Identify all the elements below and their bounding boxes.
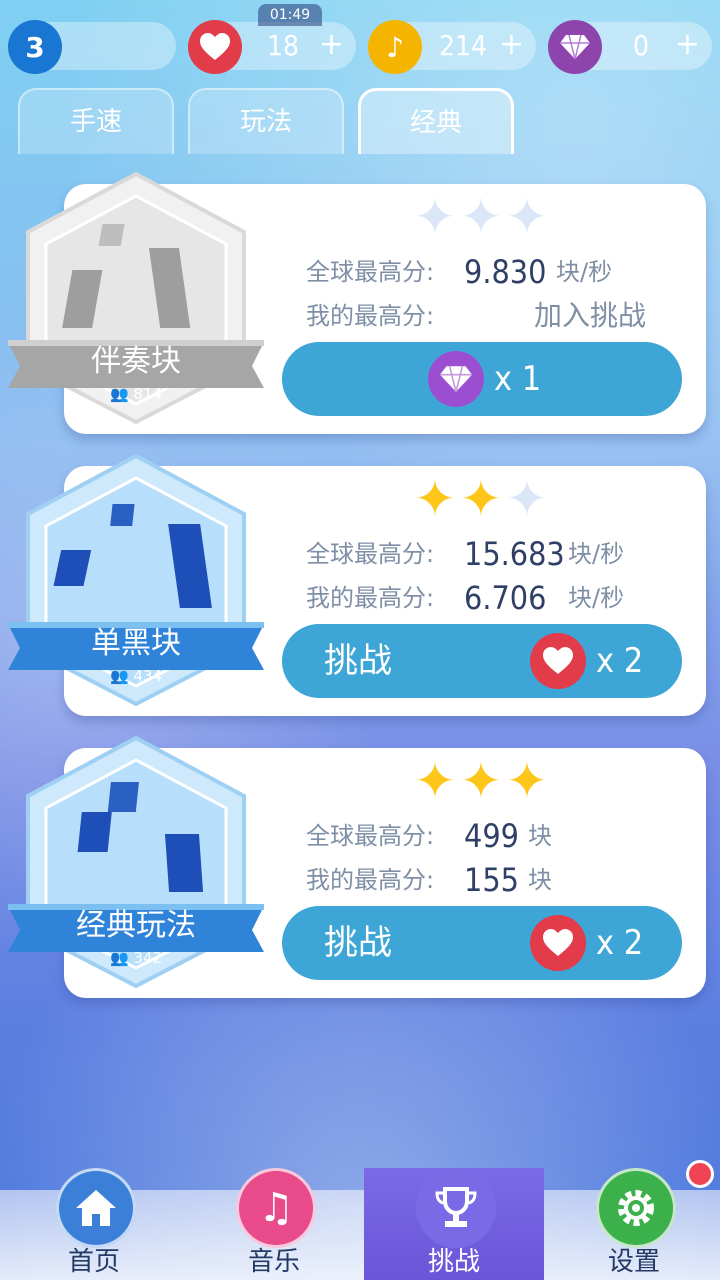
mode-emblem-single-black[interactable]: 单黑块 👥 434 [8, 452, 264, 708]
heart-icon [188, 20, 242, 74]
my-best-unit: 块 [528, 866, 552, 894]
score-stats: 全球最高分: 499 块 我的最高分: 155 块 [306, 814, 686, 902]
join-challenge-text: 加入挑战 [534, 299, 647, 332]
my-best-label: 我的最高分: [306, 302, 435, 330]
my-best-unit: 块/秒 [568, 584, 625, 612]
star-icon: ✦ [506, 188, 548, 246]
nav-label: 挑战 [427, 1247, 480, 1277]
trophy-icon [416, 1168, 496, 1248]
tab-gameplay[interactable]: 玩法 [188, 88, 344, 154]
star-icon: ✦ [506, 752, 548, 810]
global-best-value: 15.683 [464, 535, 565, 573]
nav-home[interactable]: 首页 [4, 1168, 184, 1280]
star-icon: ✦ [460, 188, 502, 246]
star-icon: ✦ [414, 752, 456, 810]
level-badge: 3 [8, 20, 62, 74]
star-icon: ✦ [506, 470, 548, 528]
nav-music[interactable]: ♫ 音乐 [184, 1168, 364, 1280]
star-icon: ✦ [414, 188, 456, 246]
top-status-bar: 3 18 + ♪ 214 + 0 + 01:49 [8, 4, 712, 74]
global-best-label: 全球最高分: [306, 258, 435, 286]
users-icon: 👥 [109, 949, 129, 967]
global-best-label: 全球最高分: [306, 822, 435, 850]
tab-speed[interactable]: 手速 [18, 88, 174, 154]
notification-dot [686, 1160, 714, 1188]
gear-icon [596, 1168, 676, 1248]
heart-icon [530, 633, 586, 689]
notes-count: 214 [438, 29, 488, 62]
challenge-button[interactable]: 挑战 x 2 [282, 906, 682, 980]
hearts-pill[interactable]: 18 + [188, 20, 356, 74]
cost-label: x 2 [596, 923, 644, 963]
music-note-icon: ♪ [368, 20, 422, 74]
challenge-button[interactable]: 挑战 x 2 [282, 624, 682, 698]
tab-classic[interactable]: 经典 [358, 88, 514, 154]
add-notes-button[interactable]: + [499, 22, 524, 70]
category-tabs: 手速 玩法 经典 [18, 88, 518, 154]
star-icon: ✦ [460, 470, 502, 528]
nav-label: 音乐 [247, 1247, 300, 1277]
add-gems-button[interactable]: + [675, 22, 700, 70]
mode-name: 伴奏块 [91, 344, 181, 379]
hearts-count: 18 [266, 29, 300, 62]
challenge-label: 挑战 [324, 641, 392, 681]
level-pill[interactable]: 3 [8, 20, 176, 74]
mode-name: 经典玩法 [76, 908, 196, 943]
player-count-value: 814 [133, 385, 163, 403]
diamond-icon [428, 351, 484, 407]
mode-emblem-accompaniment[interactable]: 伴奏块 👥 814 [8, 170, 264, 426]
nav-settings[interactable]: 设置 [544, 1160, 720, 1280]
users-icon: 👥 [109, 385, 129, 403]
music-note-icon: ♫ [236, 1168, 316, 1248]
global-best-value: 499 [464, 817, 519, 855]
my-best-label: 我的最高分: [306, 584, 435, 612]
home-icon [56, 1168, 136, 1248]
my-best-value: 6.706 [464, 579, 547, 617]
clock: 01:49 [258, 4, 322, 26]
nav-label: 设置 [607, 1247, 660, 1277]
gems-pill[interactable]: 0 + [548, 20, 712, 74]
global-best-unit: 块/秒 [568, 540, 625, 568]
star-rating: ✦ ✦ ✦ [414, 756, 554, 806]
mode-name: 单黑块 [91, 626, 181, 661]
star-rating: ✦ ✦ ✦ [414, 192, 554, 242]
global-best-unit: 块 [528, 822, 552, 850]
gems-count: 0 [632, 29, 650, 62]
diamond-icon [548, 20, 602, 74]
player-count-value: 342 [133, 949, 163, 967]
add-hearts-button[interactable]: + [319, 22, 344, 70]
cost-label: x 1 [494, 359, 542, 399]
player-count: 👥 434 [8, 666, 264, 686]
my-best-label: 我的最高分: [306, 866, 435, 894]
player-count: 👥 342 [8, 948, 264, 968]
nav-challenge[interactable]: 挑战 [364, 1168, 544, 1280]
score-stats: 全球最高分: 9.830 块/秒 我的最高分: 加入挑战 [306, 250, 686, 338]
star-icon: ✦ [460, 752, 502, 810]
score-stats: 全球最高分: 15.683 块/秒 我的最高分: 6.706 块/秒 [306, 532, 686, 620]
global-best-label: 全球最高分: [306, 540, 435, 568]
cost-label: x 2 [596, 641, 644, 681]
challenge-label: 挑战 [324, 923, 392, 963]
notes-pill[interactable]: ♪ 214 + [368, 20, 536, 74]
player-count: 👥 814 [8, 384, 264, 404]
global-best-value: 9.830 [464, 253, 547, 291]
star-icon: ✦ [414, 470, 456, 528]
mode-emblem-classic[interactable]: 经典玩法 👥 342 [8, 734, 264, 990]
player-count-value: 434 [133, 667, 163, 685]
star-rating: ✦ ✦ ✦ [414, 474, 554, 524]
nav-label: 首页 [67, 1247, 120, 1277]
users-icon: 👥 [109, 667, 129, 685]
unlock-button[interactable]: x 1 [282, 342, 682, 416]
heart-icon [530, 915, 586, 971]
global-best-unit: 块/秒 [556, 258, 613, 286]
my-best-value: 155 [464, 861, 519, 899]
